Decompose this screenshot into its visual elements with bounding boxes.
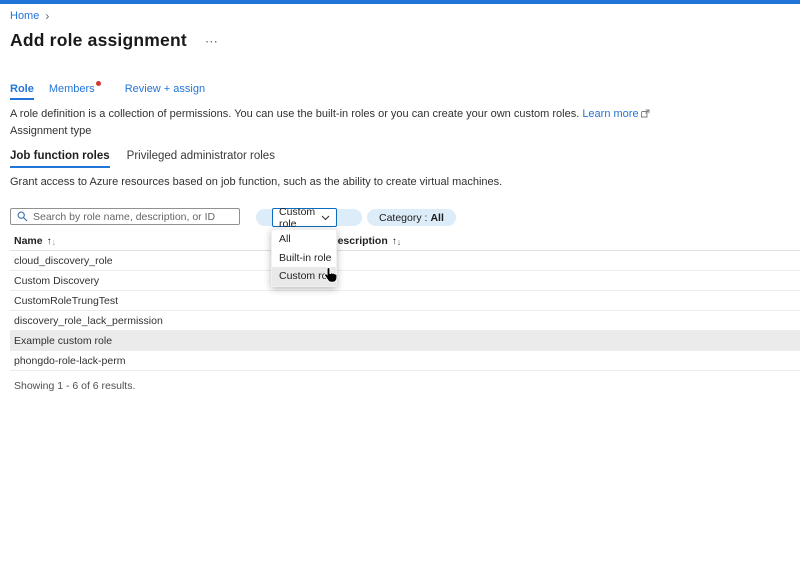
menu-item-built-in-role[interactable]: Built-in role	[272, 249, 336, 268]
role-name-cell: CustomRoleTrungTest	[14, 295, 330, 307]
sort-desc-icon: ↓	[397, 237, 402, 247]
category-label: Category :	[379, 212, 427, 224]
tab-review-assign[interactable]: Review + assign	[125, 83, 205, 100]
learn-more-link[interactable]: Learn more	[582, 108, 638, 120]
role-search-box[interactable]	[10, 208, 240, 225]
tab-members[interactable]: Members	[49, 83, 101, 100]
category-filter-pill[interactable]: Category : All	[367, 209, 456, 226]
column-header-description[interactable]: Description↑↓	[330, 235, 800, 247]
type-select[interactable]: Custom role	[272, 208, 337, 227]
category-value: All	[430, 212, 443, 224]
type-select-value: Custom role	[279, 206, 321, 230]
title-row: Add role assignment ⋯	[10, 30, 800, 51]
assignment-type-label: Assignment type	[10, 125, 800, 137]
breadcrumb-chevron-icon: ›	[45, 11, 49, 21]
table-row[interactable]: phongdo-role-lack-perm	[10, 351, 800, 371]
type-dropdown-menu: All Built-in role Custom role	[271, 229, 337, 287]
portal-top-accent-bar	[0, 0, 800, 4]
intro-text: A role definition is a collection of per…	[10, 108, 800, 122]
table-row[interactable]: cloud_discovery_role	[10, 251, 800, 271]
menu-item-all[interactable]: All	[272, 230, 336, 249]
table-row-selected[interactable]: Example custom role	[10, 331, 800, 351]
tab-privileged-administrator-roles[interactable]: Privileged administrator roles	[127, 150, 275, 168]
role-definition-text: A role definition is a collection of per…	[10, 108, 579, 120]
wizard-tabs: Role Members Review + assign	[10, 83, 800, 100]
search-icon	[17, 211, 28, 222]
role-name-cell: phongdo-role-lack-perm	[14, 355, 330, 367]
table-row[interactable]: Custom Discovery	[10, 271, 800, 291]
roles-table: Name↑↓ Description↑↓ cloud_discovery_rol…	[10, 232, 800, 392]
name-header-label: Name	[14, 235, 43, 247]
chevron-down-icon	[321, 215, 330, 221]
menu-item-custom-role[interactable]: Custom role	[272, 267, 336, 286]
table-row[interactable]: discovery_role_lack_permission	[10, 311, 800, 331]
breadcrumb: Home ›	[10, 10, 800, 22]
search-input[interactable]	[33, 211, 233, 223]
tab-role[interactable]: Role	[10, 83, 34, 100]
role-type-tabs: Job function roles Privileged administra…	[10, 150, 800, 168]
members-required-dot-icon	[96, 81, 101, 86]
table-header-row: Name↑↓ Description↑↓	[10, 232, 800, 251]
sort-asc-icon: ↑	[47, 236, 52, 247]
role-name-cell: discovery_role_lack_permission	[14, 315, 330, 327]
page-content: Home › Add role assignment ⋯ Role Member…	[0, 10, 800, 392]
table-row[interactable]: CustomRoleTrungTest	[10, 291, 800, 311]
tab-job-function-roles[interactable]: Job function roles	[10, 150, 110, 168]
filter-row: Custom role Category : All All Built-in …	[10, 208, 800, 228]
description-header-label: Description	[330, 235, 388, 247]
grant-access-text: Grant access to Azure resources based on…	[10, 176, 800, 188]
more-options-icon[interactable]: ⋯	[205, 34, 218, 50]
tab-members-label: Members	[49, 83, 95, 95]
breadcrumb-home-link[interactable]: Home	[10, 10, 39, 22]
external-link-icon	[641, 109, 650, 122]
sort-desc-icon: ↓	[52, 237, 57, 247]
role-name-cell: Example custom role	[14, 335, 330, 347]
results-count: Showing 1 - 6 of 6 results.	[10, 380, 800, 392]
page-title: Add role assignment	[10, 30, 187, 51]
